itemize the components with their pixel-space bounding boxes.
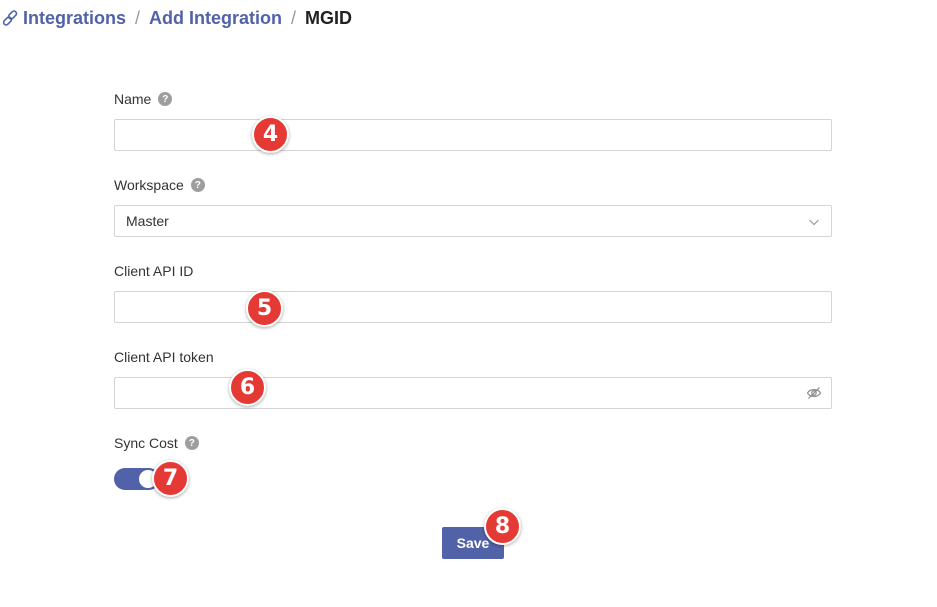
breadcrumb-separator: / xyxy=(135,7,141,28)
client-api-token-input[interactable] xyxy=(114,377,832,409)
client-api-id-label: Client API ID xyxy=(114,263,193,279)
client-api-id-input[interactable] xyxy=(114,291,832,323)
breadcrumb: Integrations / Add Integration / MGID xyxy=(0,6,352,30)
eye-off-icon[interactable] xyxy=(806,385,822,401)
breadcrumb-add-integration-link[interactable]: Add Integration xyxy=(149,8,282,29)
breadcrumb-integrations-link[interactable]: Integrations xyxy=(23,8,126,29)
workspace-label-text: Workspace xyxy=(114,177,184,193)
client-api-token-field xyxy=(114,377,832,409)
name-label: Name ? xyxy=(114,91,173,107)
workspace-selected-value: Master xyxy=(126,213,169,229)
sync-cost-label: Sync Cost ? xyxy=(114,435,199,451)
annotation-marker: 8 xyxy=(484,508,521,545)
workspace-label: Workspace ? xyxy=(114,177,205,193)
annotation-marker: 6 xyxy=(229,369,266,406)
name-input[interactable] xyxy=(114,119,832,151)
client-api-token-label-text: Client API token xyxy=(114,349,214,365)
question-icon[interactable]: ? xyxy=(184,436,199,450)
sync-cost-label-text: Sync Cost xyxy=(114,435,178,451)
annotation-marker: 5 xyxy=(246,290,283,327)
name-label-text: Name xyxy=(114,91,152,107)
breadcrumb-separator: / xyxy=(291,7,297,28)
annotation-marker: 4 xyxy=(252,116,289,153)
question-icon[interactable]: ? xyxy=(158,92,173,106)
chevron-down-icon xyxy=(808,215,820,227)
link-icon xyxy=(0,8,20,28)
question-icon[interactable]: ? xyxy=(190,178,205,192)
breadcrumb-current: MGID xyxy=(305,7,353,28)
annotation-marker: 7 xyxy=(152,460,189,497)
client-api-token-label: Client API token xyxy=(114,349,214,365)
workspace-select[interactable]: Master xyxy=(114,205,832,237)
client-api-id-label-text: Client API ID xyxy=(114,263,194,279)
